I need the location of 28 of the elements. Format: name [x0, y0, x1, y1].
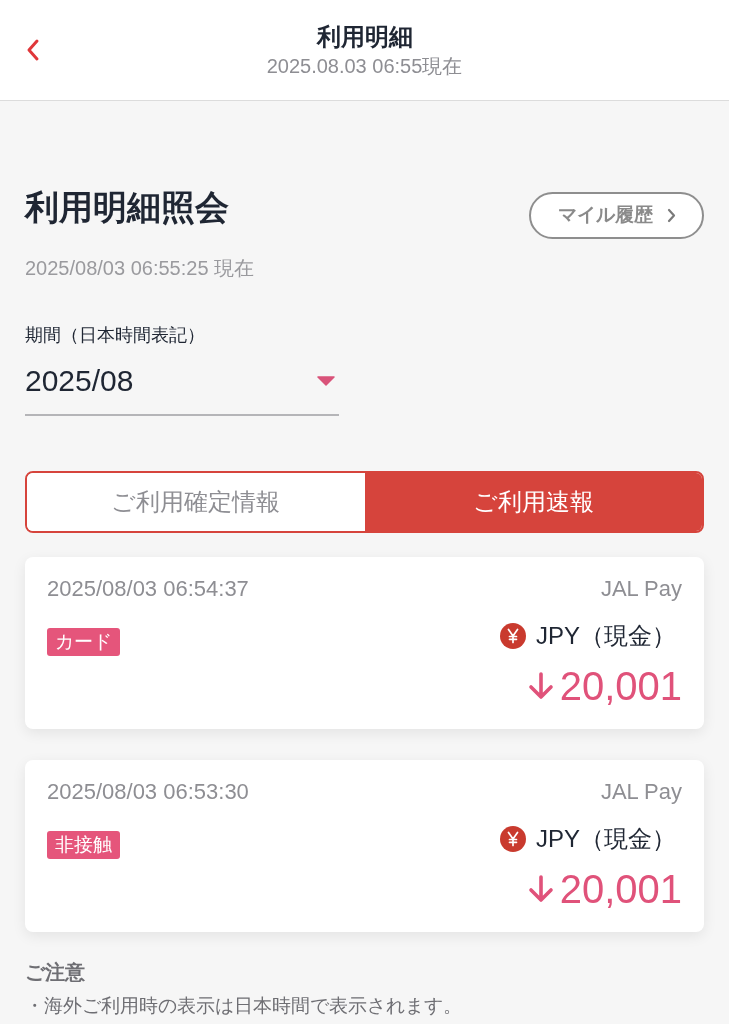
- transaction-datetime: 2025/08/03 06:54:37: [47, 575, 249, 603]
- notice-title: ご注意: [25, 960, 86, 985]
- yen-coin-icon: [500, 623, 526, 649]
- arrow-down-icon: [527, 672, 554, 700]
- transaction-datetime: 2025/08/03 06:53:30: [47, 778, 249, 806]
- caret-icon: [317, 376, 335, 386]
- period-select[interactable]: 2025/08: [25, 361, 339, 416]
- arrow-down-icon: [527, 875, 554, 903]
- currency-label: JPY（現金）: [536, 824, 676, 854]
- service-name: JAL Pay: [600, 575, 682, 603]
- header-subtitle: 2025.08.03 06:55現在: [266, 54, 463, 79]
- transaction-card[interactable]: 2025/08/03 06:53:30 JAL Pay 非接触 JPY（現金） 20,001: [25, 760, 704, 932]
- chevron-right-icon: [666, 208, 676, 223]
- amount-value: 20,001: [559, 663, 682, 710]
- payment-type-tag: カード: [47, 628, 120, 656]
- amount-value: 20,001: [559, 866, 682, 913]
- yen-coin-icon: [500, 826, 526, 852]
- notice-text: ・海外ご利用時の表示は日本時間で表示されます。: [25, 994, 463, 1018]
- currency-label: JPY（現金）: [536, 621, 676, 651]
- period-label: 期間（日本時間表記）: [25, 324, 206, 347]
- header-title: 利用明細: [316, 22, 413, 52]
- transaction-card[interactable]: 2025/08/03 06:54:37 JAL Pay カード JPY（現金） 20,001: [25, 557, 704, 729]
- chevron-left-icon: [26, 38, 40, 62]
- timestamp-text: 2025/08/03 06:55:25 現在: [25, 256, 256, 281]
- service-name: JAL Pay: [600, 778, 682, 806]
- tab[interactable]: ご利用速報: [364, 473, 702, 531]
- payment-type-tag: 非接触: [47, 831, 120, 859]
- page-title: 利用明細照会: [25, 187, 229, 227]
